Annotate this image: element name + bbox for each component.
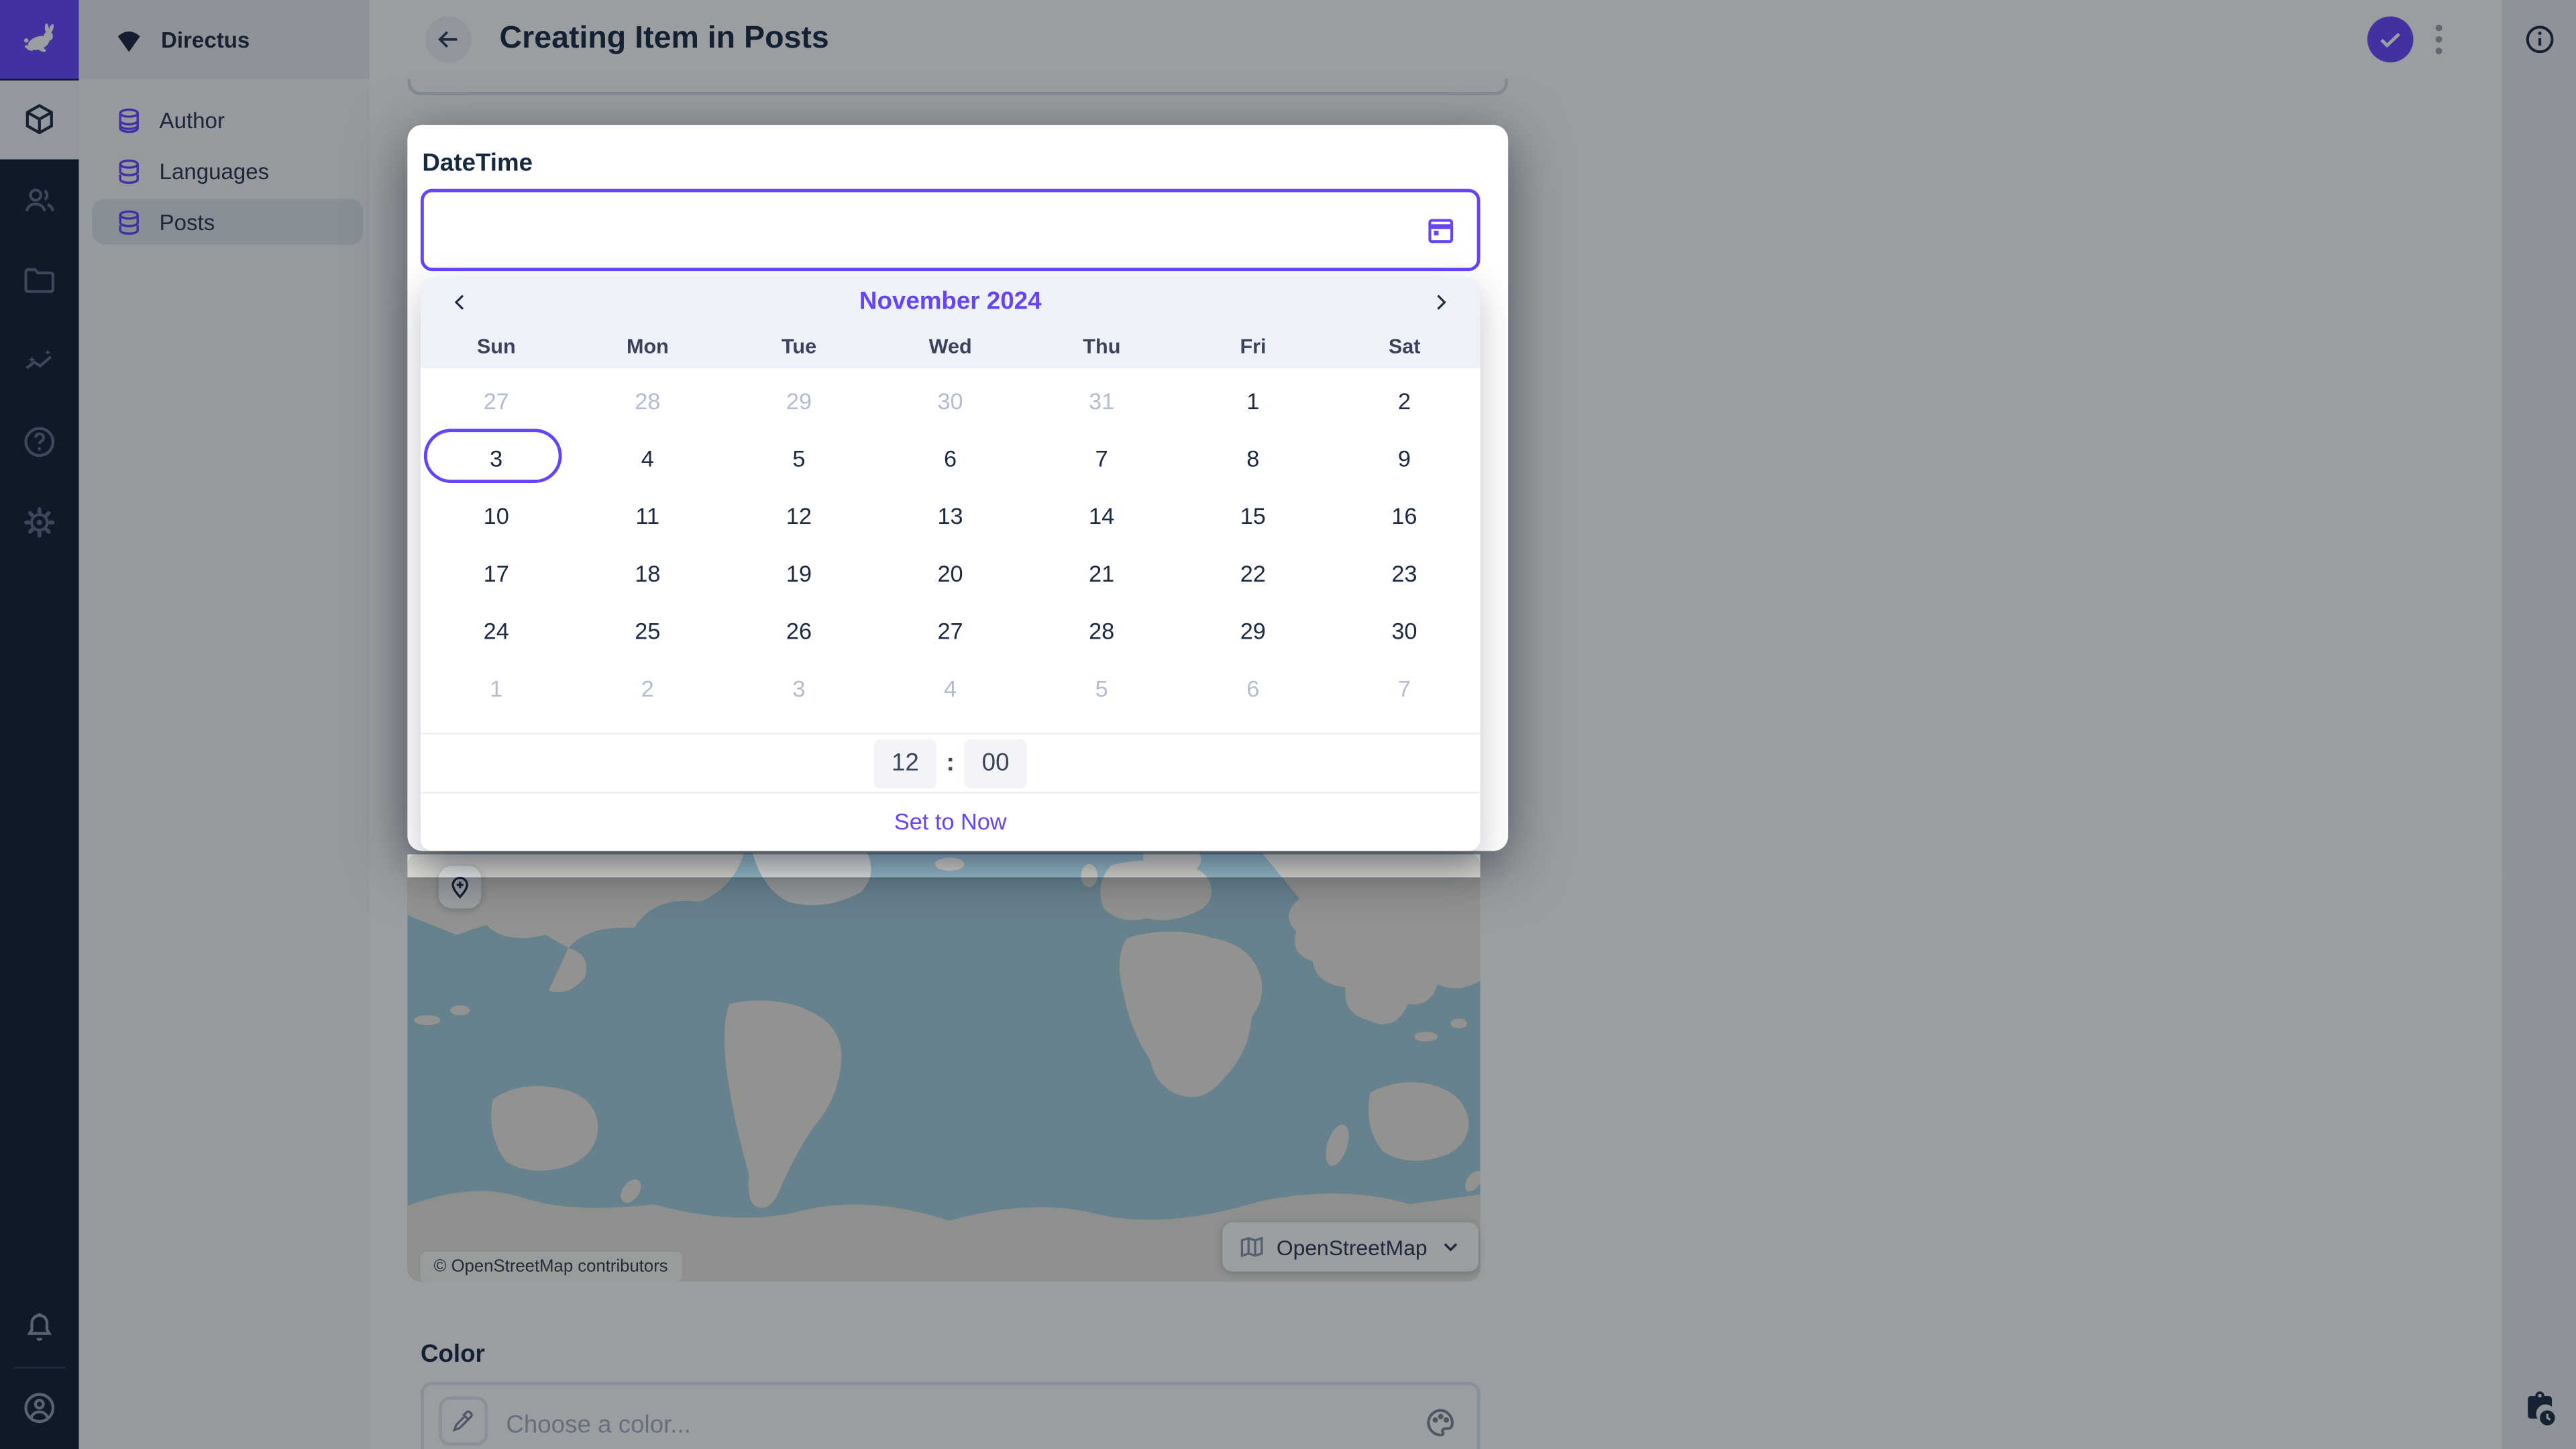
calendar-day[interactable]: 24 [421, 601, 572, 659]
calendar-day[interactable]: 13 [875, 486, 1026, 544]
calendar-day[interactable]: 28 [1026, 601, 1177, 659]
dim-overlay [1481, 854, 2576, 877]
calendar-day[interactable]: 30 [1329, 601, 1481, 659]
month-label[interactable]: November 2024 [859, 288, 1042, 316]
time-row: 12 : 00 [421, 733, 1481, 794]
dim-overlay [0, 854, 407, 877]
calendar-icon[interactable] [1424, 213, 1457, 246]
calendar-day[interactable]: 28 [572, 371, 724, 429]
previous-month-button[interactable] [443, 286, 476, 319]
datetime-field [421, 189, 1481, 271]
calendar-day[interactable]: 18 [572, 544, 724, 602]
calendar-day[interactable]: 3 [723, 659, 875, 716]
set-to-now-row: Set to Now [421, 792, 1481, 851]
calendar-day[interactable]: 3 [421, 429, 572, 486]
calendar-day[interactable]: 20 [875, 544, 1026, 602]
weekday-label: Sun [421, 325, 572, 368]
calendar-day[interactable]: 6 [875, 429, 1026, 486]
weekday-label: Tue [723, 325, 875, 368]
calendar-day[interactable]: 10 [421, 486, 572, 544]
weekday-row: SunMonTueWedThuFriSat [421, 325, 1481, 368]
calendar-day[interactable]: 29 [1177, 601, 1329, 659]
time-separator: : [947, 749, 955, 777]
calendar-day[interactable]: 30 [875, 371, 1026, 429]
calendar-day[interactable]: 29 [723, 371, 875, 429]
calendar-day[interactable]: 5 [1026, 659, 1177, 716]
weekday-label: Wed [875, 325, 1026, 368]
calendar-day[interactable]: 31 [1026, 371, 1177, 429]
datetime-popup-card: DateTime [407, 125, 1508, 851]
calendar-grid: 2728293031123456789101112131415161718192… [421, 371, 1481, 716]
calendar-day[interactable]: 17 [421, 544, 572, 602]
calendar-day[interactable]: 7 [1026, 429, 1177, 486]
chevron-left-icon [449, 290, 472, 313]
calendar-day[interactable]: 19 [723, 544, 875, 602]
calendar-day[interactable]: 16 [1329, 486, 1481, 544]
calendar-day[interactable]: 2 [572, 659, 724, 716]
calendar-header: November 2024 SunMonTueWedThuFriSat [421, 278, 1481, 368]
datetime-field-label: DateTime [422, 150, 533, 178]
weekday-label: Sat [1329, 325, 1481, 368]
calendar-day[interactable]: 27 [875, 601, 1026, 659]
hour-input[interactable]: 12 [874, 739, 936, 788]
calendar-day[interactable]: 1 [1177, 371, 1329, 429]
dim-overlay [0, 877, 2576, 1449]
calendar-day[interactable]: 7 [1329, 659, 1481, 716]
calendar-day[interactable]: 15 [1177, 486, 1329, 544]
app: © OpenStreetMap contributors OpenStreetM… [0, 0, 2576, 1449]
calendar-day[interactable]: 14 [1026, 486, 1177, 544]
minute-input[interactable]: 00 [965, 739, 1027, 788]
calendar-day[interactable]: 25 [572, 601, 724, 659]
calendar-day[interactable]: 2 [1329, 371, 1481, 429]
calendar-day[interactable]: 26 [723, 601, 875, 659]
calendar-day[interactable]: 11 [572, 486, 724, 544]
calendar-day[interactable]: 22 [1177, 544, 1329, 602]
calendar-day[interactable]: 27 [421, 371, 572, 429]
calendar-day[interactable]: 9 [1329, 429, 1481, 486]
calendar-day[interactable]: 6 [1177, 659, 1329, 716]
chevron-right-icon [1430, 290, 1452, 313]
calendar-day[interactable]: 23 [1329, 544, 1481, 602]
calendar-day[interactable]: 12 [723, 486, 875, 544]
calendar-day[interactable]: 1 [421, 659, 572, 716]
weekday-label: Mon [572, 325, 724, 368]
weekday-label: Fri [1177, 325, 1329, 368]
calendar-day[interactable]: 8 [1177, 429, 1329, 486]
datetime-input[interactable] [443, 195, 1403, 268]
calendar-day[interactable]: 21 [1026, 544, 1177, 602]
calendar-day[interactable]: 4 [572, 429, 724, 486]
calendar-day[interactable]: 5 [723, 429, 875, 486]
next-month-button[interactable] [1424, 286, 1457, 319]
calendar-menu: November 2024 SunMonTueWedThuFriSat 2728… [421, 278, 1481, 851]
weekday-label: Thu [1026, 325, 1178, 368]
calendar-day[interactable]: 4 [875, 659, 1026, 716]
set-to-now-button[interactable]: Set to Now [894, 808, 1007, 835]
